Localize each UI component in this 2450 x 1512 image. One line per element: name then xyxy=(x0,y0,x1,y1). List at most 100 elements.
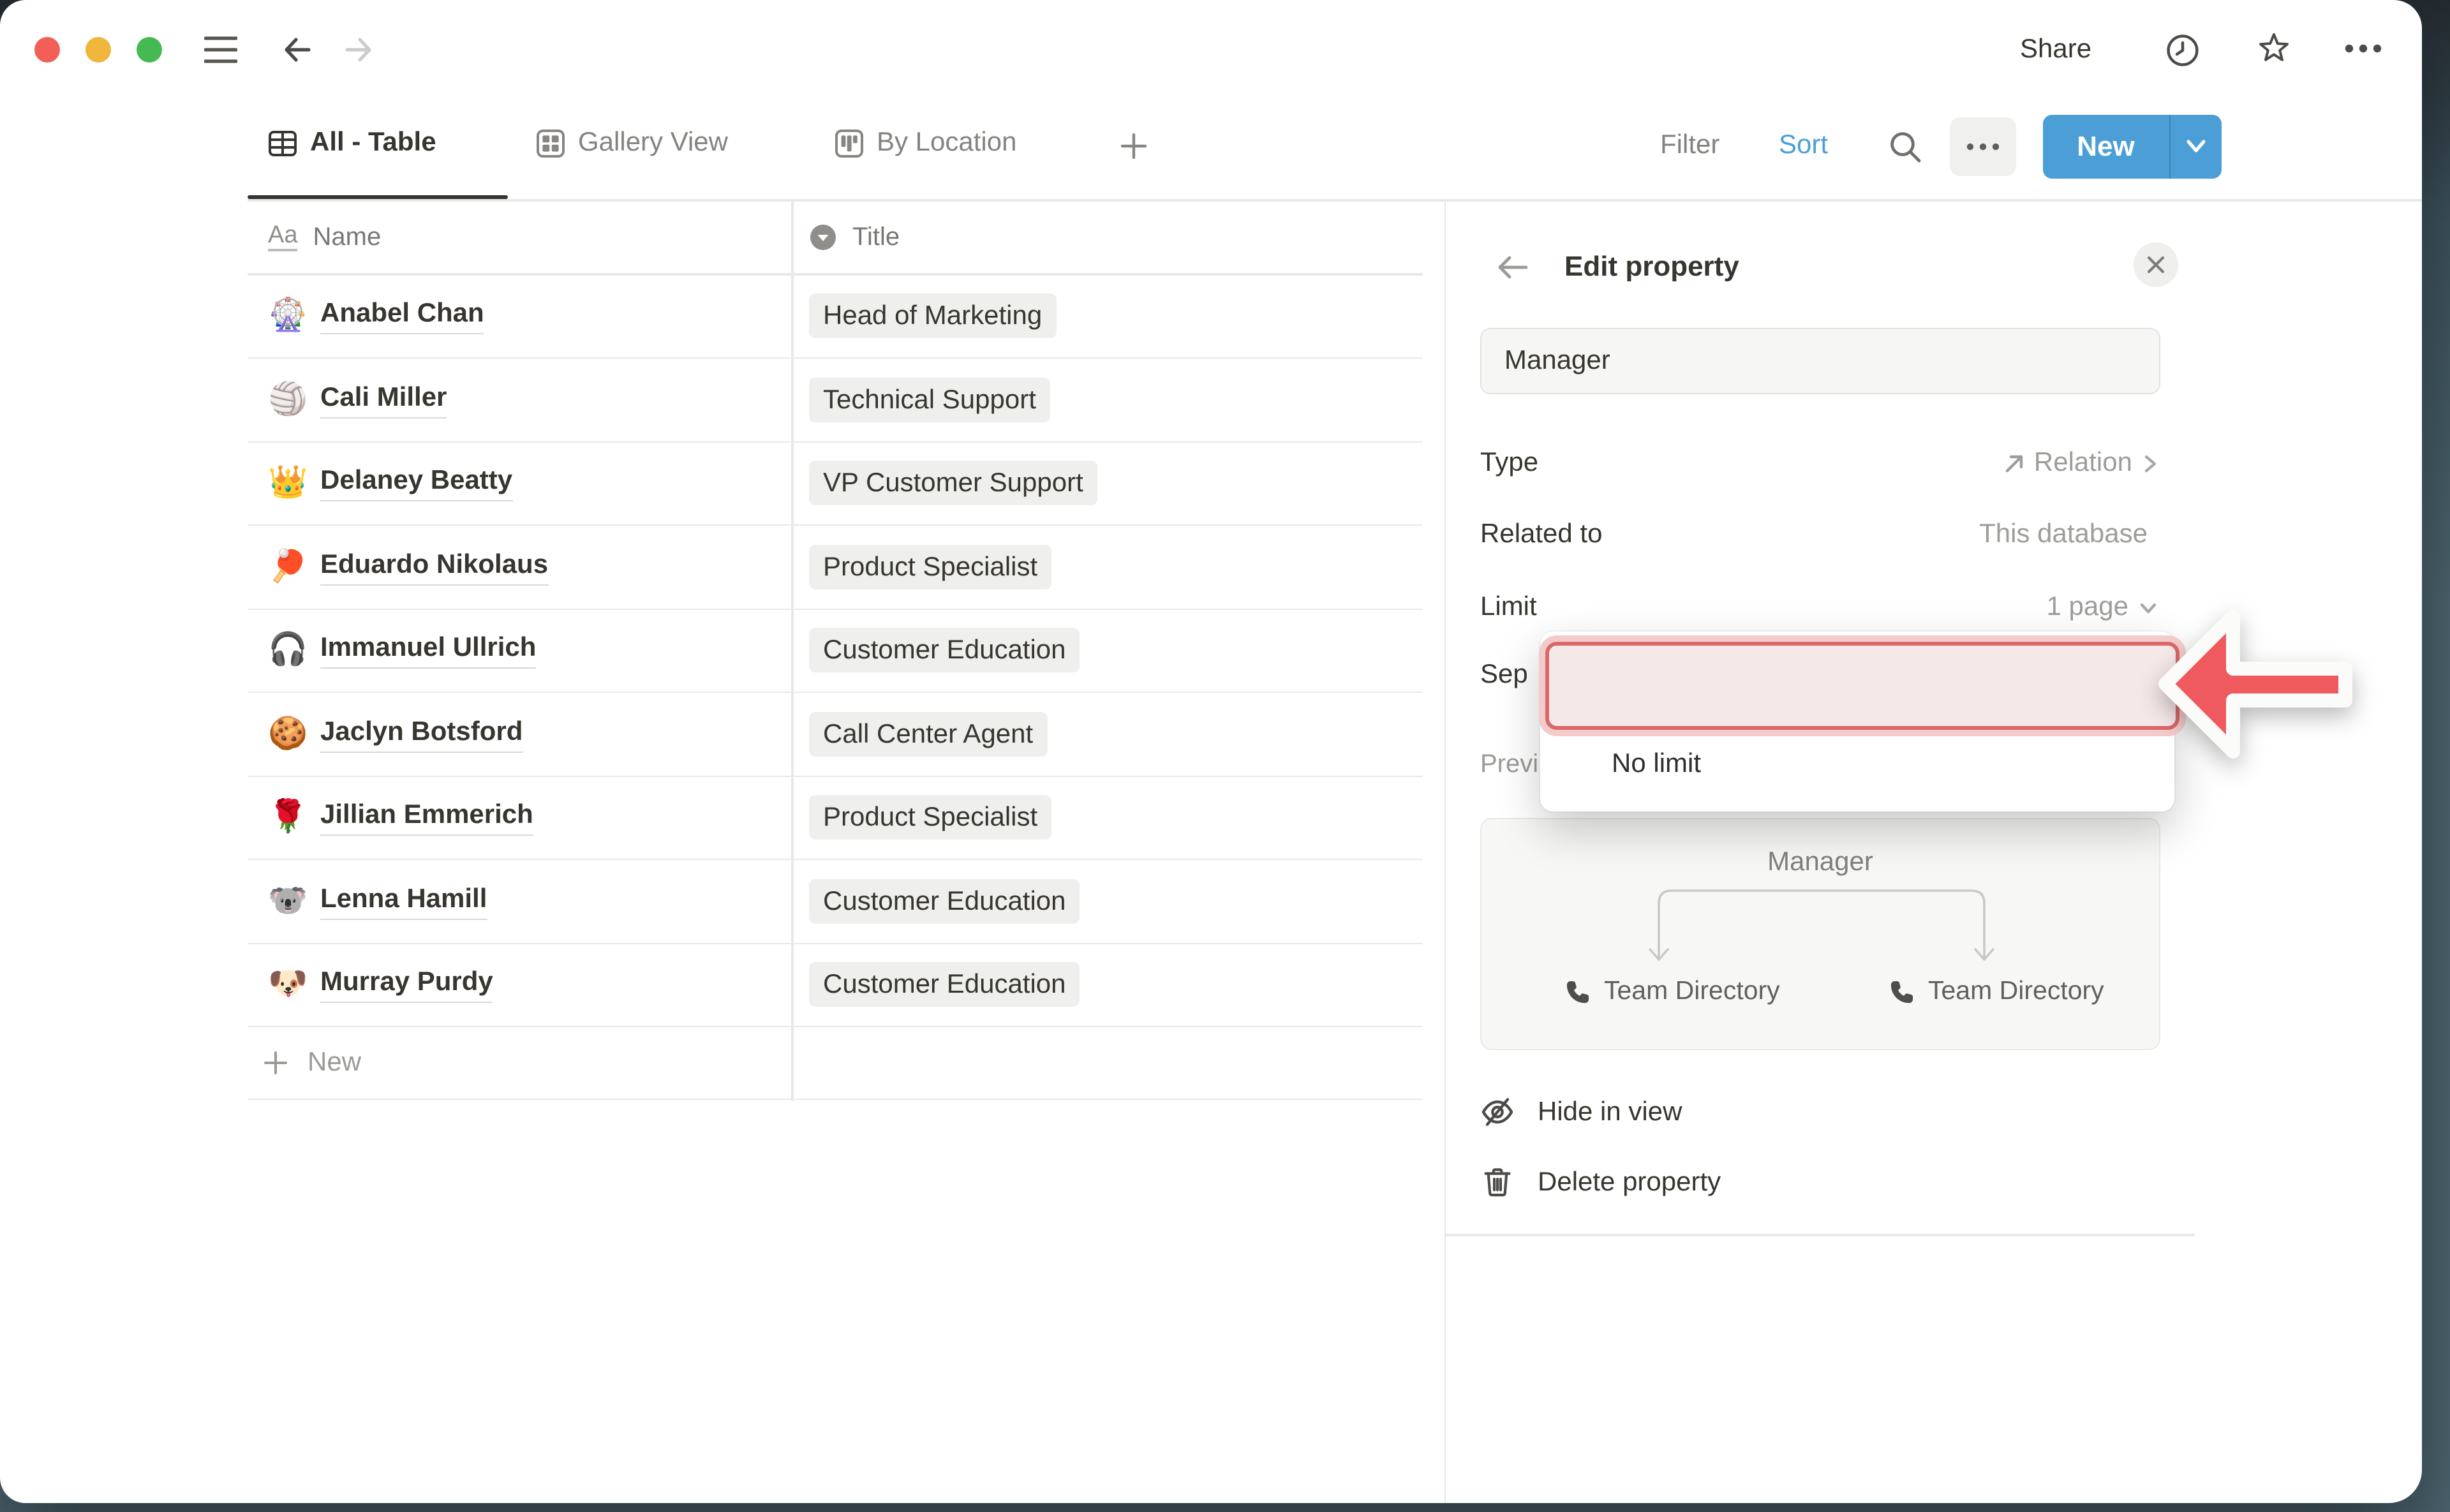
page-link[interactable]: 👑 Delaney Beatty xyxy=(248,464,792,502)
title-cell[interactable]: VP Customer Support xyxy=(792,461,1423,506)
sort-button[interactable]: Sort xyxy=(1779,130,1828,161)
tab-gallery-view[interactable]: Gallery View xyxy=(536,128,728,158)
filter-button[interactable]: Filter xyxy=(1660,130,1719,161)
plus-icon xyxy=(263,1050,288,1076)
preview-label-clipped: Preview xyxy=(1480,750,1539,780)
option-no-limit[interactable]: No limit xyxy=(1558,727,2157,801)
close-icon xyxy=(2146,255,2165,274)
page-name: Jillian Emmerich xyxy=(320,799,533,836)
share-button[interactable]: Share xyxy=(2020,34,2091,65)
tab-all-table[interactable]: All - Table xyxy=(268,128,436,158)
action-label: Delete property xyxy=(1538,1167,1721,1197)
board-view-icon xyxy=(835,128,864,158)
preview-child-label: Team Directory xyxy=(1928,976,2104,1007)
trash-icon xyxy=(1480,1165,1515,1199)
tab-label: By Location xyxy=(877,128,1017,158)
page-link[interactable]: 🎡Anabel Chan xyxy=(248,297,792,335)
view-options-button[interactable] xyxy=(1950,117,2016,176)
title-cell[interactable]: Customer Education xyxy=(792,963,1423,1007)
sidebar-menu-button[interactable] xyxy=(204,36,237,64)
star-icon xyxy=(2256,32,2292,68)
panel-title: Edit property xyxy=(1564,250,1739,283)
title-cell[interactable]: Product Specialist xyxy=(792,796,1423,840)
page-link[interactable]: 🐶Murray Purdy xyxy=(248,966,792,1004)
search-icon xyxy=(1887,129,1923,165)
property-row-limit[interactable]: Limit 1 page xyxy=(1480,586,2160,629)
page-link[interactable]: 🍪Jaclyn Botsford xyxy=(248,715,792,753)
page-link[interactable]: 🎧Immanuel Ullrich xyxy=(248,632,792,669)
add-view-button[interactable] xyxy=(1120,133,1147,159)
property-name-input[interactable] xyxy=(1480,328,2160,394)
property-label: Limit xyxy=(1480,592,1537,623)
plus-icon xyxy=(1120,133,1147,159)
title-cell[interactable]: Product Specialist xyxy=(792,545,1423,589)
notion-window-app: Share All - Table xyxy=(0,0,2450,1512)
title-tag: Product Specialist xyxy=(809,545,1051,589)
page-emoji: 🐨 xyxy=(268,883,306,920)
title-cell[interactable]: Customer Education xyxy=(792,628,1423,673)
table-row: 🍪Jaclyn Botsford Call Center Agent xyxy=(248,693,1423,776)
title-tag: Customer Education xyxy=(809,628,1080,673)
page-link[interactable]: 🏓Eduardo Nikolaus xyxy=(248,548,792,586)
clock-icon xyxy=(2165,33,2200,68)
column-header-title[interactable]: Title xyxy=(809,202,1319,273)
column-divider[interactable] xyxy=(791,200,793,1101)
close-window-button[interactable] xyxy=(34,37,60,63)
table-row: 👑 Delaney Beatty VP Customer Support xyxy=(248,442,1423,526)
minimize-window-button[interactable] xyxy=(85,37,111,63)
favorite-button[interactable] xyxy=(2256,32,2292,68)
property-value: Relation xyxy=(2034,448,2132,478)
table-row: 🐶Murray Purdy Customer Education xyxy=(248,944,1423,1027)
relation-preview-box: Manager Team Directory Team Directory xyxy=(1480,818,2160,1050)
forward-button[interactable] xyxy=(342,33,375,66)
title-cell[interactable]: Head of Marketing xyxy=(792,294,1423,339)
page-name: Eduardo Nikolaus xyxy=(320,548,548,586)
hamburger-icon xyxy=(204,36,237,64)
separate-row-label-clipped: Sep xyxy=(1480,660,1536,690)
chevron-down-icon xyxy=(2183,138,2209,156)
tab-by-location[interactable]: By Location xyxy=(835,128,1017,158)
delete-property-button[interactable]: Delete property xyxy=(1480,1165,1721,1199)
page-link[interactable]: 🐨 Lenna Hamill xyxy=(248,882,792,920)
title-tag: Head of Marketing xyxy=(809,294,1056,339)
back-button[interactable] xyxy=(281,33,314,66)
panel-close-button[interactable] xyxy=(2134,242,2178,287)
action-label: Hide in view xyxy=(1538,1097,1682,1127)
page-emoji: 🎧 xyxy=(268,632,306,669)
panel-back-button[interactable] xyxy=(1496,251,1530,283)
new-button-dropdown[interactable] xyxy=(2171,138,2222,156)
preview-child-left: Team Directory xyxy=(1564,976,1780,1007)
search-button[interactable] xyxy=(1887,129,1923,165)
page-link[interactable]: 🏐Cali Miller xyxy=(248,381,792,419)
more-options-button[interactable] xyxy=(2343,42,2384,55)
page-emoji: 👑 xyxy=(268,465,306,502)
title-cell[interactable]: Customer Education xyxy=(792,879,1423,924)
eye-off-icon xyxy=(1480,1095,1515,1129)
title-cell[interactable]: Call Center Agent xyxy=(792,712,1423,757)
new-record-button[interactable]: New xyxy=(2043,115,2222,179)
title-tag: Call Center Agent xyxy=(809,712,1047,757)
annotation-arrow-icon xyxy=(2141,592,2371,777)
title-tag: Technical Support xyxy=(809,378,1050,422)
table-row: 🐨 Lenna Hamill Customer Education xyxy=(248,860,1423,944)
select-property-icon xyxy=(809,223,837,251)
phone-icon xyxy=(1889,978,1915,1005)
title-cell[interactable]: Technical Support xyxy=(792,378,1423,422)
page-name: Cali Miller xyxy=(320,381,447,419)
property-row-related-to[interactable]: Related to This database xyxy=(1480,513,2160,556)
column-label: Name xyxy=(313,223,382,252)
zoom-window-button[interactable] xyxy=(137,37,162,63)
add-row-button[interactable]: New xyxy=(248,1027,1423,1100)
page-link[interactable]: 🌹Jillian Emmerich xyxy=(248,799,792,836)
title-tag: Customer Education xyxy=(809,879,1080,924)
page-name: Delaney Beatty xyxy=(320,464,512,502)
gallery-view-icon xyxy=(536,128,565,158)
page-name: Lenna Hamill xyxy=(320,882,487,920)
title-tag: Customer Education xyxy=(809,963,1080,1007)
updates-button[interactable] xyxy=(2165,33,2200,68)
column-header-name[interactable]: Aa Name xyxy=(248,202,792,273)
toolbar-divider xyxy=(248,199,2422,201)
new-button-label: New xyxy=(2043,130,2169,163)
hide-in-view-button[interactable]: Hide in view xyxy=(1480,1095,1682,1129)
property-row-type[interactable]: Type Relation xyxy=(1480,441,2160,485)
